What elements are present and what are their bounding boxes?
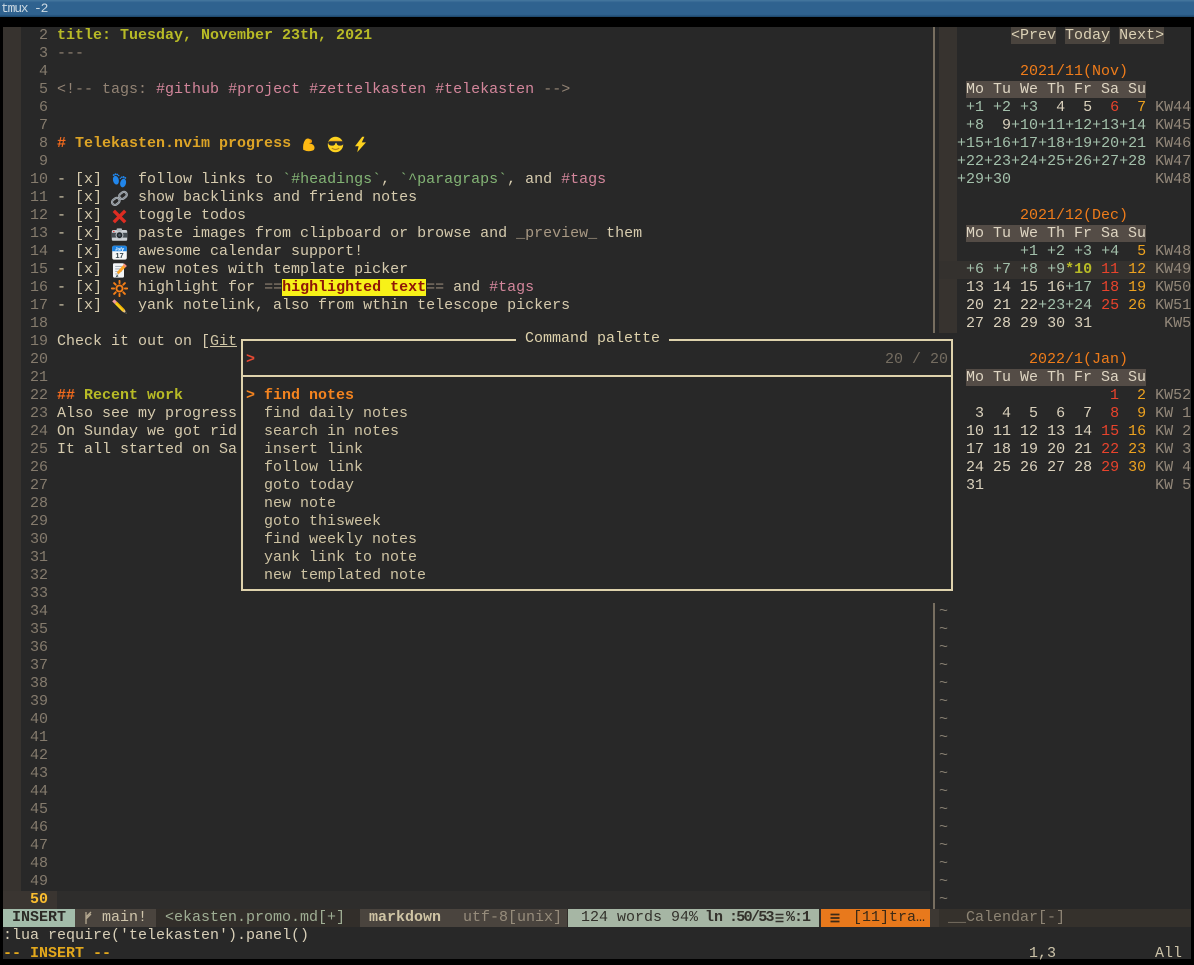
svg-text:17: 17 bbox=[115, 251, 123, 260]
